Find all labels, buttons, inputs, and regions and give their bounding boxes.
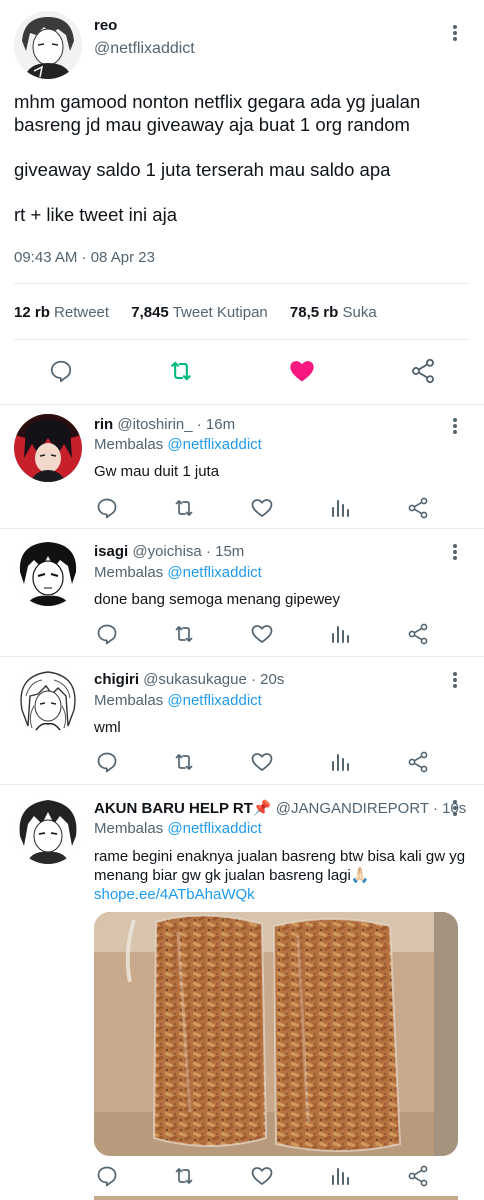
retweet-icon[interactable] bbox=[170, 620, 198, 648]
like-icon[interactable] bbox=[248, 1162, 276, 1190]
share-icon[interactable] bbox=[404, 1162, 432, 1190]
share-icon[interactable] bbox=[404, 494, 432, 522]
author-handle[interactable]: @JANGANDIREPORT · 10s bbox=[276, 800, 467, 817]
reply-icon[interactable] bbox=[47, 357, 75, 385]
next-photo-edge bbox=[94, 1196, 458, 1200]
reply-text: Gw mau duit 1 juta bbox=[94, 463, 220, 480]
author-name[interactable]: reo bbox=[94, 17, 117, 34]
reply-header: chigiri @sukasukague · 20s bbox=[94, 671, 284, 688]
replying-to: Membalas @netflixaddict bbox=[94, 564, 262, 581]
reply-text: rame begini enaknya jualan basreng btw b… bbox=[94, 847, 466, 904]
tweet-timestamp[interactable]: 09:43 AM · 08 Apr 23 bbox=[14, 249, 155, 266]
replying-to-link[interactable]: @netflixaddict bbox=[167, 564, 261, 581]
author-handle[interactable]: @itoshirin_ · 16m bbox=[117, 416, 235, 433]
quote-count[interactable]: 7,845 bbox=[131, 304, 169, 321]
reply-text: wml bbox=[94, 719, 121, 736]
author-name[interactable]: AKUN BARU HELP RT📌 bbox=[94, 800, 272, 817]
retweet-label[interactable]: Retweet bbox=[54, 304, 109, 321]
avatar[interactable] bbox=[14, 538, 82, 606]
replying-to-link[interactable]: @netflixaddict bbox=[167, 436, 261, 453]
analytics-icon[interactable] bbox=[326, 748, 354, 776]
reply-icon[interactable] bbox=[93, 620, 121, 648]
retweet-icon[interactable] bbox=[167, 357, 195, 385]
like-icon[interactable] bbox=[248, 620, 276, 648]
reply-icon[interactable] bbox=[93, 748, 121, 776]
retweet-icon[interactable] bbox=[170, 1162, 198, 1190]
reply-header: isagi @yoichisa · 15m bbox=[94, 543, 244, 560]
replying-to: Membalas @netflixaddict bbox=[94, 820, 262, 837]
tweet-text-line: mhm gamood nonton netflix gegara ada yg … bbox=[14, 91, 421, 135]
like-icon[interactable] bbox=[248, 748, 276, 776]
replying-to-link[interactable]: @netflixaddict bbox=[167, 820, 261, 837]
replying-label: Membalas bbox=[94, 820, 164, 837]
author-handle[interactable]: @yoichisa · 15m bbox=[132, 543, 244, 560]
main-action-bar bbox=[0, 357, 484, 387]
reply-action-bar bbox=[0, 748, 484, 778]
attached-photo[interactable] bbox=[94, 912, 458, 1156]
retweet-count[interactable]: 12 rb bbox=[14, 304, 50, 321]
reply-action-bar bbox=[0, 1162, 484, 1192]
more-icon[interactable] bbox=[452, 672, 458, 690]
author-handle[interactable]: @sukasukague · 20s bbox=[143, 671, 284, 688]
more-icon[interactable] bbox=[452, 418, 458, 436]
quote-label[interactable]: Tweet Kutipan bbox=[173, 304, 268, 321]
tweet-stats: 12 rb Retweet 7,845 Tweet Kutipan 78,5 r… bbox=[14, 304, 395, 321]
avatar[interactable] bbox=[14, 414, 82, 482]
like-label[interactable]: Suka bbox=[342, 304, 376, 321]
reply-text-body: rame begini enaknya jualan basreng btw b… bbox=[94, 848, 466, 884]
retweet-icon[interactable] bbox=[170, 494, 198, 522]
analytics-icon[interactable] bbox=[326, 1162, 354, 1190]
more-icon[interactable] bbox=[452, 25, 458, 43]
avatar[interactable] bbox=[14, 666, 82, 734]
avatar[interactable] bbox=[14, 11, 82, 79]
more-icon[interactable] bbox=[452, 800, 458, 818]
reply-action-bar bbox=[0, 494, 484, 524]
author-name[interactable]: rin bbox=[94, 416, 113, 433]
share-icon[interactable] bbox=[409, 357, 437, 385]
reply-tweet[interactable]: chigiri @sukasukague · 20s Membalas @net… bbox=[0, 656, 484, 784]
divider bbox=[14, 283, 470, 284]
retweet-icon[interactable] bbox=[170, 748, 198, 776]
more-icon[interactable] bbox=[452, 544, 458, 562]
replying-to: Membalas @netflixaddict bbox=[94, 692, 262, 709]
reply-icon[interactable] bbox=[93, 494, 121, 522]
tweet-text-line: rt + like tweet ini aja bbox=[14, 204, 177, 225]
author-name[interactable]: chigiri bbox=[94, 671, 139, 688]
avatar[interactable] bbox=[14, 796, 82, 864]
analytics-icon[interactable] bbox=[326, 620, 354, 648]
tweet-text: mhm gamood nonton netflix gegara ada yg … bbox=[14, 90, 474, 226]
main-tweet: reo @netflixaddict mhm gamood nonton net… bbox=[0, 0, 484, 404]
reply-header: rin @itoshirin_ · 16m bbox=[94, 416, 235, 433]
reply-icon[interactable] bbox=[93, 1162, 121, 1190]
shop-link[interactable]: shope.ee/4ATbAhaWQk bbox=[94, 886, 255, 903]
reply-text: done bang semoga menang gipewey bbox=[94, 591, 341, 608]
replying-label: Membalas bbox=[94, 564, 164, 581]
like-icon[interactable] bbox=[248, 494, 276, 522]
like-icon[interactable] bbox=[288, 357, 316, 385]
reply-tweet[interactable]: rin @itoshirin_ · 16m Membalas @netflixa… bbox=[0, 404, 484, 528]
reply-header: AKUN BARU HELP RT📌 @JANGANDIREPORT · 10s bbox=[94, 799, 466, 817]
author-name[interactable]: isagi bbox=[94, 543, 128, 560]
reply-tweet[interactable]: isagi @yoichisa · 15m Membalas @netflixa… bbox=[0, 528, 484, 656]
replying-to: Membalas @netflixaddict bbox=[94, 436, 262, 453]
analytics-icon[interactable] bbox=[326, 494, 354, 522]
replying-label: Membalas bbox=[94, 436, 164, 453]
replying-to-link[interactable]: @netflixaddict bbox=[167, 692, 261, 709]
tweet-text-line: giveaway saldo 1 juta terserah mau saldo… bbox=[14, 159, 391, 180]
reply-action-bar bbox=[0, 620, 484, 650]
divider bbox=[14, 339, 470, 340]
author-handle[interactable]: @netflixaddict bbox=[94, 40, 195, 58]
share-icon[interactable] bbox=[404, 748, 432, 776]
replying-label: Membalas bbox=[94, 692, 164, 709]
share-icon[interactable] bbox=[404, 620, 432, 648]
like-count[interactable]: 78,5 rb bbox=[290, 304, 338, 321]
